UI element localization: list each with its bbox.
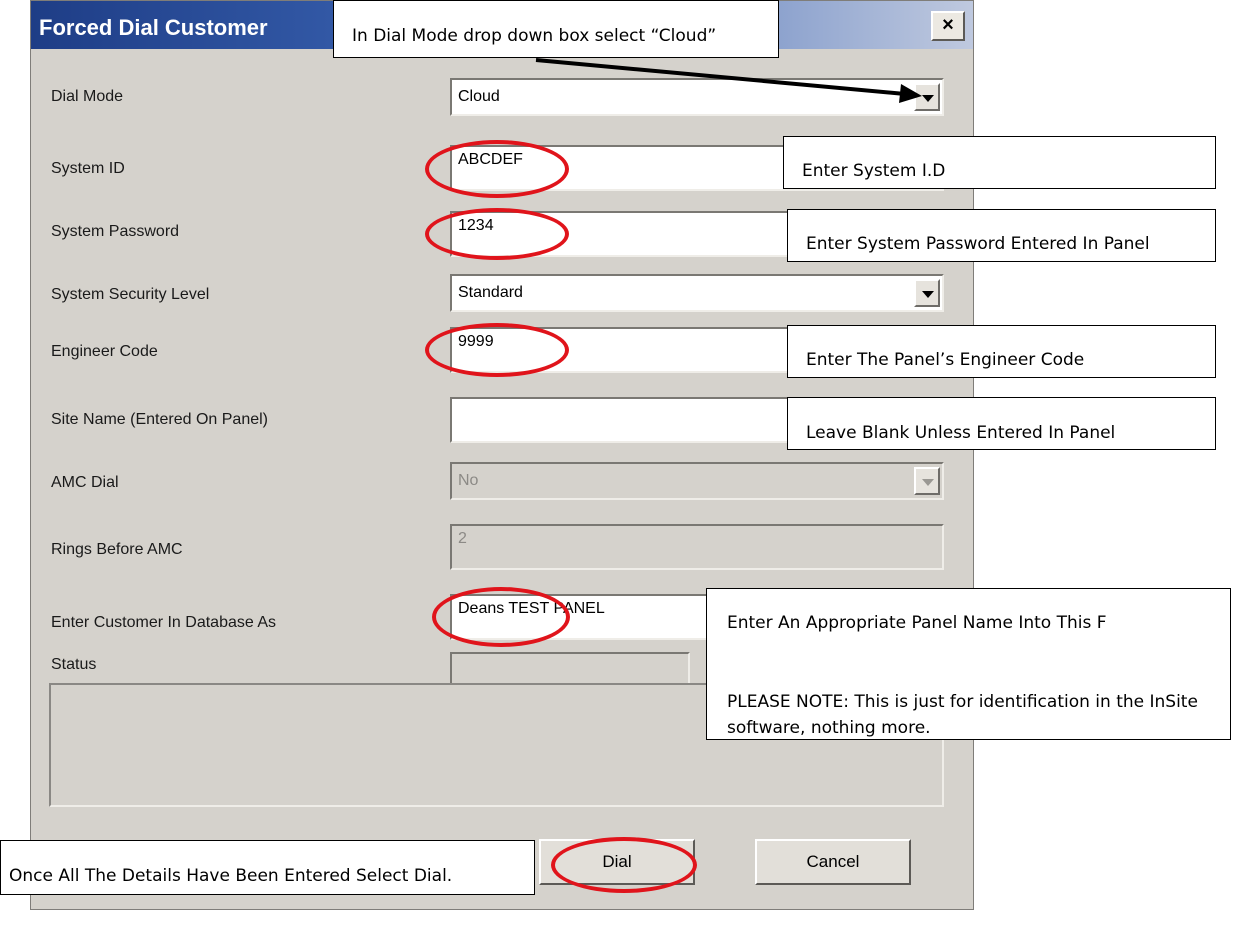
callout-arrow bbox=[535, 58, 922, 103]
arrow-head-icon bbox=[899, 84, 922, 103]
arrow-line bbox=[535, 58, 906, 96]
